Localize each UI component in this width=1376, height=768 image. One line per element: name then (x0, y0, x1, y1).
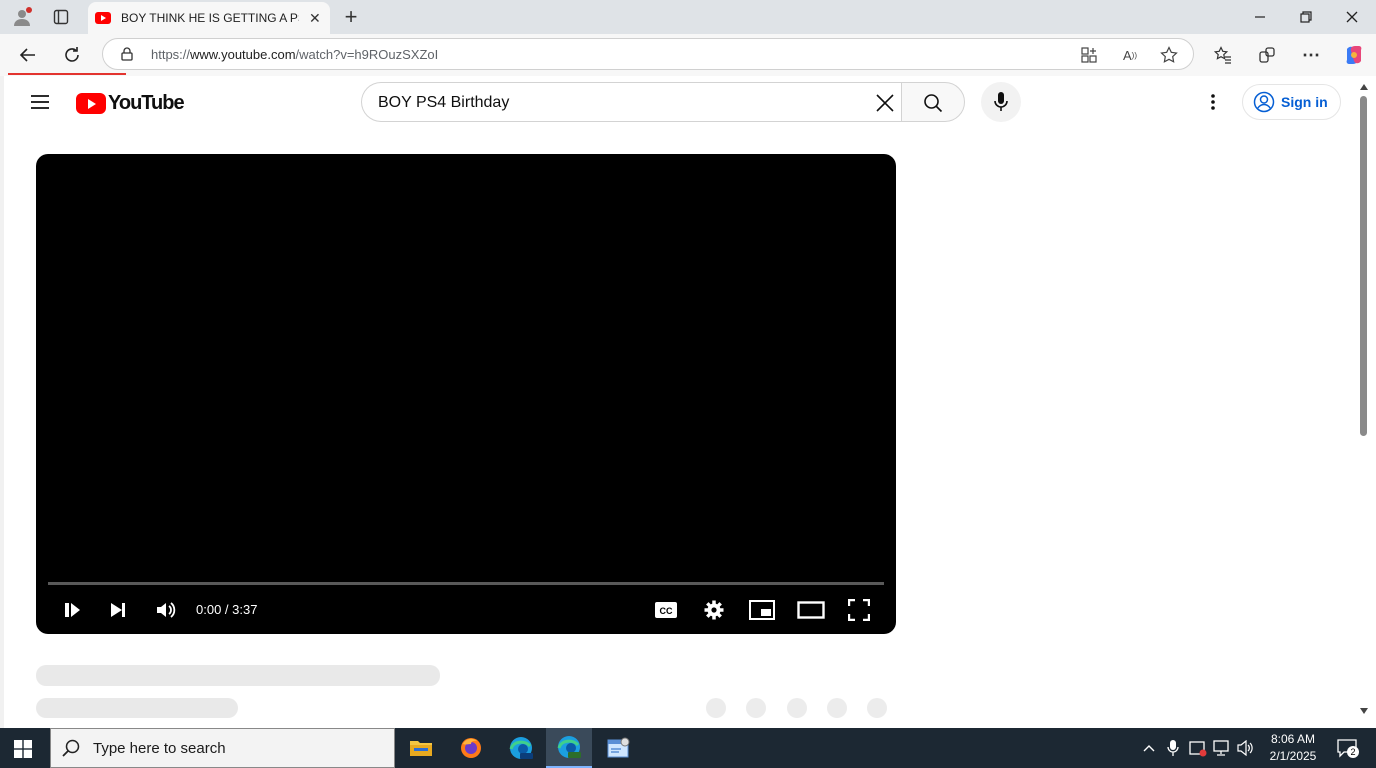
close-window-icon[interactable] (1342, 6, 1362, 28)
volume-tray-icon[interactable] (1236, 737, 1256, 759)
microphone-tray-icon[interactable] (1164, 737, 1182, 759)
action-skeleton (827, 698, 847, 718)
play-icon[interactable] (60, 598, 84, 622)
copilot-icon[interactable] (1342, 43, 1366, 67)
settings-more-icon[interactable] (1202, 90, 1224, 114)
browser-toolbar: https://www.youtube.com/watch?v=h9ROuzSX… (0, 34, 1376, 76)
taskbar-search-icon (61, 738, 81, 758)
tab-actions-icon[interactable] (50, 7, 72, 27)
favorites-icon[interactable] (1212, 44, 1234, 66)
profile-icon[interactable] (10, 6, 34, 28)
close-tab-icon[interactable]: ✕ (309, 10, 321, 27)
guide-menu-icon[interactable] (28, 90, 52, 114)
progress-bar[interactable] (48, 582, 884, 585)
notifications-icon[interactable]: 2 (1334, 736, 1360, 760)
next-icon[interactable] (106, 598, 130, 622)
action-skeleton (746, 698, 766, 718)
taskbar: Type here to search (0, 728, 1376, 768)
youtube-wordmark: YouTube (108, 92, 185, 114)
channel-skeleton (36, 698, 238, 718)
video-player[interactable] (36, 154, 896, 634)
edge-dev-icon[interactable] (546, 728, 592, 768)
url-path: /watch?v=h9ROuzSXZoI (295, 47, 439, 62)
scroll-down-icon[interactable] (1358, 706, 1370, 716)
settings-gear-icon[interactable] (702, 598, 726, 622)
volume-icon[interactable] (154, 598, 178, 622)
sign-in-button[interactable]: Sign in (1242, 84, 1341, 120)
url-host: www.youtube.com (190, 47, 296, 62)
search-icon (922, 92, 944, 114)
minimize-icon[interactable] (1250, 6, 1270, 28)
firefox-icon[interactable] (448, 728, 494, 768)
search-button[interactable] (901, 82, 965, 122)
search-query-text: BOY PS4 Birthday (378, 94, 510, 111)
account-icon (1253, 91, 1275, 113)
scrollbar-thumb[interactable] (1360, 96, 1367, 436)
scroll-up-icon[interactable] (1358, 82, 1370, 92)
tab-title: BOY THINK HE IS GETTING A PS4 (121, 11, 299, 25)
notification-count-badge: 2 (1347, 746, 1359, 758)
back-icon[interactable] (16, 43, 40, 67)
title-skeleton (36, 665, 440, 686)
clock-time: 8:06 AM (1270, 732, 1316, 746)
youtube-logo[interactable]: YouTube (76, 92, 185, 115)
new-tab-icon[interactable]: + (340, 4, 362, 29)
page-load-indicator (8, 73, 126, 75)
taskbar-search-box[interactable]: Type here to search (50, 728, 395, 768)
system-clock[interactable]: 8:06 AM 2/1/2025 (1258, 731, 1328, 765)
security-tray-icon[interactable] (1188, 737, 1208, 759)
svg-text:CC: CC (660, 606, 673, 616)
microphone-icon (990, 90, 1012, 114)
windows-start-icon[interactable] (12, 738, 34, 760)
restore-icon[interactable] (1296, 6, 1316, 28)
url-prefix: https:// (151, 47, 191, 62)
sign-in-label: Sign in (1281, 94, 1328, 110)
miniplayer-icon[interactable] (748, 598, 776, 622)
voice-search-button[interactable] (981, 82, 1021, 122)
favorite-star-icon[interactable] (1159, 45, 1179, 65)
site-info-icon[interactable] (119, 46, 135, 62)
read-aloud-icon[interactable]: A)) (1119, 45, 1141, 65)
more-menu-icon[interactable]: ⋯ (1300, 44, 1322, 66)
refresh-icon[interactable] (60, 43, 84, 67)
action-skeleton (787, 698, 807, 718)
address-bar[interactable]: https://www.youtube.com/watch?v=h9ROuzSX… (102, 38, 1194, 70)
search-input[interactable]: BOY PS4 Birthday (361, 82, 902, 122)
network-icon[interactable] (1212, 737, 1232, 759)
app-window-icon[interactable] (596, 728, 642, 768)
taskbar-search-placeholder: Type here to search (93, 739, 226, 757)
browser-tab-strip: BOY THINK HE IS GETTING A PS4 ✕ + (0, 0, 1376, 34)
clear-search-icon[interactable] (874, 92, 896, 114)
clock-date: 2/1/2025 (1269, 749, 1317, 763)
edge-beta-icon[interactable] (498, 728, 544, 768)
file-explorer-icon[interactable] (398, 728, 444, 768)
action-skeleton (706, 698, 726, 718)
app-available-icon[interactable] (1079, 45, 1099, 65)
youtube-favicon-icon (95, 12, 111, 24)
url-text: https://www.youtube.com/watch?v=h9ROuzSX… (151, 47, 438, 62)
collections-icon[interactable] (1256, 44, 1278, 66)
youtube-play-logo-icon (76, 93, 106, 114)
fullscreen-icon[interactable] (846, 598, 872, 622)
captions-icon[interactable]: CC (652, 598, 680, 622)
active-tab[interactable]: BOY THINK HE IS GETTING A PS4 ✕ (88, 2, 330, 34)
time-display: 0:00 / 3:37 (196, 602, 258, 617)
theater-mode-icon[interactable] (796, 598, 826, 622)
action-skeleton (867, 698, 887, 718)
show-hidden-icons-icon[interactable] (1140, 738, 1158, 758)
